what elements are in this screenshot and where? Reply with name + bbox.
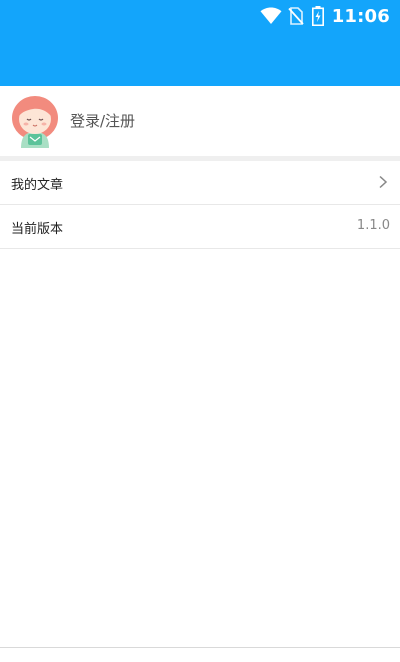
message-tab-icon[interactable] <box>271 657 287 662</box>
avatar[interactable] <box>11 96 59 148</box>
menu-item-label: 我的文章 <box>11 178 64 193</box>
status-bar: 11:06 <box>0 0 400 86</box>
bottom-nav <box>0 647 400 662</box>
profile-header[interactable]: 登录/注册 <box>0 86 400 156</box>
chevron-right-icon <box>378 174 388 189</box>
login-register-link[interactable]: 登录/注册 <box>70 110 135 131</box>
menu-item-current-version: 当前版本 1.1.0 <box>0 205 400 249</box>
battery-charging-icon <box>311 6 324 26</box>
menu-item-label: 当前版本 <box>11 222 64 237</box>
status-time: 11:06 <box>331 5 390 27</box>
home-tab-icon[interactable] <box>31 657 47 662</box>
version-value: 1.1.0 <box>356 218 390 233</box>
publish-tab-icon[interactable] <box>191 657 207 662</box>
list-tab-icon[interactable] <box>113 657 129 662</box>
menu-item-my-articles[interactable]: 我的文章 <box>0 161 400 205</box>
profile-tab-icon[interactable] <box>353 657 369 662</box>
status-icons: 11:06 <box>260 4 390 28</box>
wifi-icon <box>260 7 282 25</box>
no-sim-icon <box>288 7 304 25</box>
